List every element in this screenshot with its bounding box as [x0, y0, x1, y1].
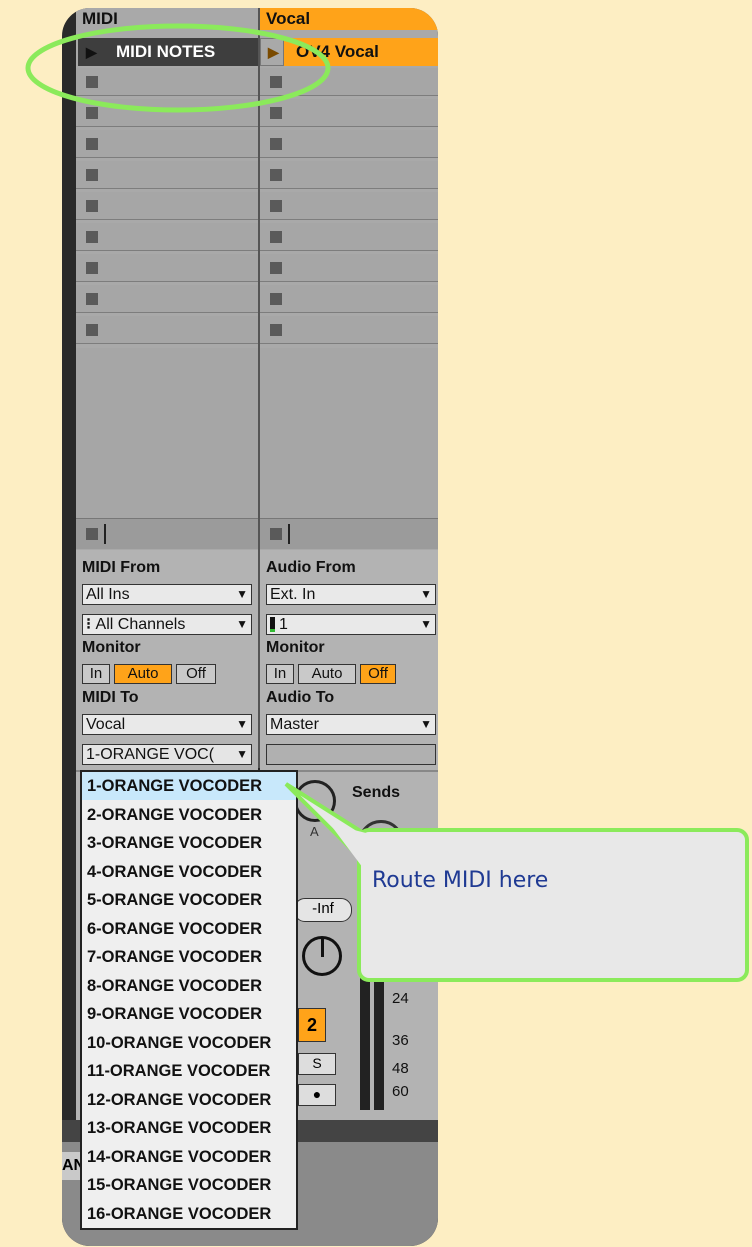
- chevron-down-icon: ▼: [420, 717, 432, 731]
- chevron-down-icon: ▼: [236, 717, 248, 731]
- dropdown-item[interactable]: 7-ORANGE VOCODER: [82, 943, 296, 971]
- midi-to-label: MIDI To: [82, 689, 139, 706]
- stop-square-icon: [86, 262, 98, 274]
- dropdown-item[interactable]: 8-ORANGE VOCODER: [82, 972, 296, 1000]
- chevron-down-icon: ▼: [236, 617, 248, 631]
- dropdown-item[interactable]: 1-ORANGE VOCODER: [82, 772, 296, 800]
- audio-monitor-in-button[interactable]: In: [266, 664, 294, 684]
- midi-monitor-in-button[interactable]: In: [82, 664, 110, 684]
- dropdown-item[interactable]: 16-ORANGE VOCODER: [82, 1200, 296, 1228]
- dropdown-item[interactable]: 2-ORANGE VOCODER: [82, 801, 296, 829]
- stop-square-icon: [86, 528, 98, 540]
- midi-to-select[interactable]: Vocal ▼: [82, 714, 252, 735]
- midi-to-sub-select[interactable]: 1-ORANGE VOC(▼: [82, 744, 252, 765]
- meter-tick-48: 48: [392, 1060, 409, 1077]
- midi-monitor-auto-button[interactable]: Auto: [114, 664, 172, 684]
- chevron-down-icon: ▼: [420, 617, 432, 631]
- stop-square-icon: [270, 138, 282, 150]
- callout-box: [357, 828, 749, 982]
- stop-square-icon: [86, 324, 98, 336]
- dropdown-item[interactable]: 9-ORANGE VOCODER: [82, 1000, 296, 1028]
- bottom-left-label: AN: [62, 1152, 82, 1180]
- dropdown-item[interactable]: 11-ORANGE VOCODER: [82, 1057, 296, 1085]
- volume-knob-icon[interactable]: [302, 936, 342, 976]
- midi-clip-slot[interactable]: [76, 285, 258, 313]
- stop-square-icon: [270, 200, 282, 212]
- midi-from-select[interactable]: All Ins ▼: [82, 584, 252, 605]
- midi-clip-slot[interactable]: [76, 161, 258, 189]
- stop-square-icon: [86, 293, 98, 305]
- stop-square-icon: [270, 324, 282, 336]
- midi-clip-slot[interactable]: [76, 192, 258, 220]
- midi-channel-select[interactable]: ⁝ All Channels ▼: [82, 614, 252, 635]
- vocal-clip-slot[interactable]: [260, 161, 438, 189]
- audio-channel-select[interactable]: 1 ▼: [266, 614, 436, 635]
- vocal-clip-slot[interactable]: [260, 254, 438, 282]
- audio-monitor-auto-button[interactable]: Auto: [298, 664, 356, 684]
- highlight-ellipse: [25, 23, 331, 113]
- midi-clip-slot[interactable]: [76, 223, 258, 251]
- dropdown-item[interactable]: 4-ORANGE VOCODER: [82, 858, 296, 886]
- midi-clip-slot[interactable]: [76, 316, 258, 344]
- midi-clip-slot[interactable]: [76, 130, 258, 158]
- audio-from-select[interactable]: Ext. In ▼: [266, 584, 436, 605]
- chevron-down-icon: ▼: [236, 747, 248, 761]
- audio-to-select[interactable]: Master ▼: [266, 714, 436, 735]
- dropdown-item[interactable]: 5-ORANGE VOCODER: [82, 886, 296, 914]
- volume-value-field[interactable]: -Inf: [294, 898, 352, 922]
- midi-monitor-off-button[interactable]: Off: [176, 664, 216, 684]
- vocal-empty-area: [260, 348, 438, 518]
- dropdown-item[interactable]: 12-ORANGE VOCODER: [82, 1086, 296, 1114]
- dropdown-item[interactable]: 14-ORANGE VOCODER: [82, 1143, 296, 1171]
- dropdown-item[interactable]: 6-ORANGE VOCODER: [82, 915, 296, 943]
- track-activator-button[interactable]: 2: [298, 1008, 326, 1042]
- stop-square-icon: [86, 200, 98, 212]
- midi-clip-slot[interactable]: [76, 254, 258, 282]
- vocal-clip-slot[interactable]: [260, 130, 438, 158]
- meter-tick-60: 60: [392, 1083, 409, 1100]
- vocal-clip-slot[interactable]: [260, 285, 438, 313]
- dropdown-item[interactable]: 15-ORANGE VOCODER: [82, 1171, 296, 1199]
- audio-monitor-label: Monitor: [266, 639, 325, 656]
- solo-button[interactable]: S: [298, 1053, 336, 1075]
- stop-square-icon: [270, 293, 282, 305]
- callout-text: Route MIDI here: [372, 868, 549, 893]
- audio-monitor-off-button[interactable]: Off: [360, 664, 396, 684]
- meter-tick-36: 36: [392, 1032, 409, 1049]
- midi-to-channel-dropdown[interactable]: 1-ORANGE VOCODER 2-ORANGE VOCODER 3-ORANGE…: [80, 770, 298, 1230]
- audio-to-label: Audio To: [266, 689, 335, 706]
- stop-square-icon: [270, 262, 282, 274]
- vocal-track-stop-button[interactable]: [260, 518, 438, 549]
- vocal-clip-slot[interactable]: [260, 316, 438, 344]
- vocal-clip-slot[interactable]: [260, 223, 438, 251]
- stop-square-icon: [86, 169, 98, 181]
- meter-tick-24: 24: [392, 990, 409, 1007]
- arm-record-button[interactable]: ●: [298, 1084, 336, 1106]
- chevron-down-icon: ▼: [420, 587, 432, 601]
- midi-track-stop-button[interactable]: [76, 518, 258, 549]
- stop-square-icon: [270, 528, 282, 540]
- audio-to-sub-select[interactable]: [266, 744, 436, 765]
- dropdown-item[interactable]: 3-ORANGE VOCODER: [82, 829, 296, 857]
- stop-square-icon: [86, 231, 98, 243]
- chevron-down-icon: ▼: [236, 587, 248, 601]
- midi-empty-area: [76, 348, 258, 518]
- midi-from-label: MIDI From: [82, 559, 161, 576]
- dropdown-item[interactable]: 13-ORANGE VOCODER: [82, 1114, 296, 1142]
- vocal-clip-slot[interactable]: [260, 192, 438, 220]
- dropdown-item[interactable]: 10-ORANGE VOCODER: [82, 1029, 296, 1057]
- midi-monitor-label: Monitor: [82, 639, 141, 656]
- stop-square-icon: [86, 138, 98, 150]
- stop-square-icon: [270, 169, 282, 181]
- audio-from-label: Audio From: [266, 559, 356, 576]
- stop-square-icon: [270, 231, 282, 243]
